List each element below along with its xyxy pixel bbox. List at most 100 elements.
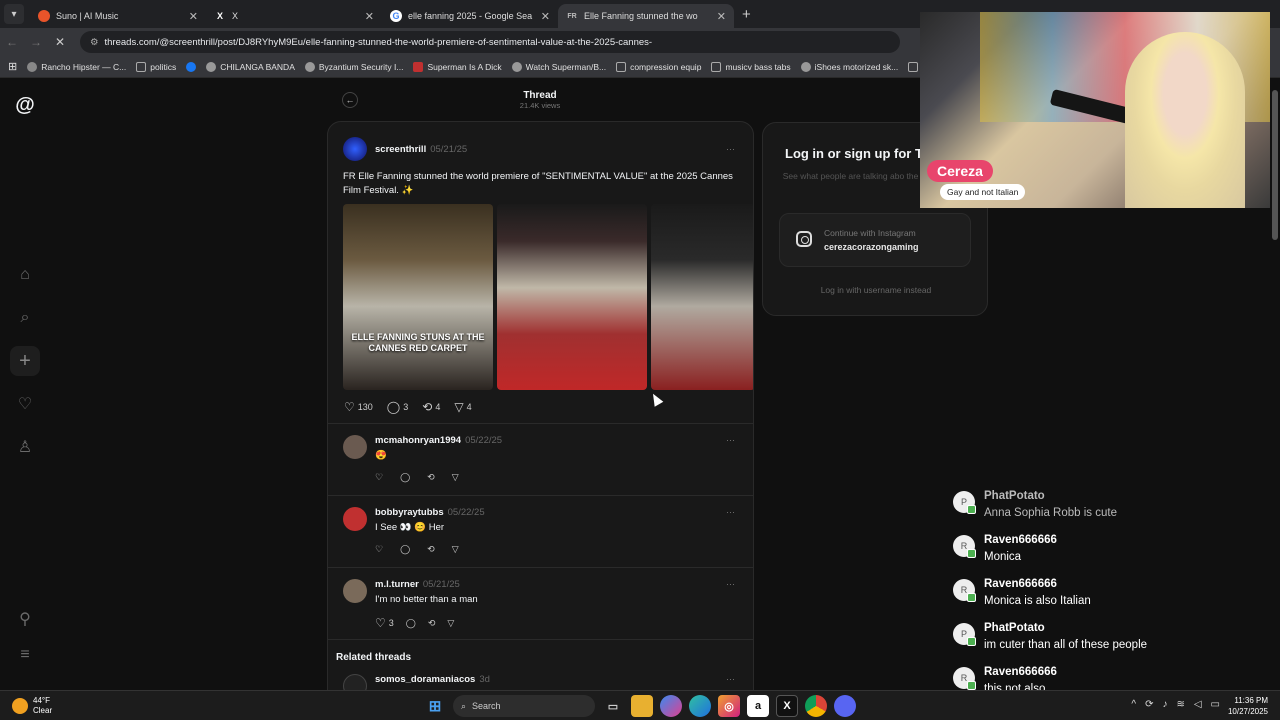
like-button[interactable]: ♡ 3 [375,616,394,630]
bookmark-item[interactable]: Byzantium Security I... [304,61,403,72]
home-icon[interactable]: ⌂ [10,260,40,290]
back-icon[interactable]: ← [0,35,24,49]
close-icon[interactable]: ✕ [189,10,198,23]
repost-icon[interactable]: ⟲ [428,618,436,629]
stop-icon[interactable]: ✕ [48,35,72,49]
close-icon[interactable]: ✕ [541,10,550,23]
bookmark-folder[interactable]: compression equip [616,61,701,72]
bookmark-item[interactable]: Watch Superman/B... [511,61,606,72]
x-favicon-icon: X [216,11,223,21]
scrollbar-thumb[interactable] [1272,90,1278,240]
login-username-link[interactable]: Log in with username instead [763,285,989,295]
url-field[interactable]: ⚙ threads.com/@screenthrill/post/DJ8RYhy… [80,31,900,53]
comment-icon[interactable]: ◯ [400,544,410,555]
post-image[interactable]: ELLE FANNING STUNS AT THE CANNES RED CAR… [343,204,493,390]
instagram-icon[interactable]: ◎ [718,695,740,717]
chrome-icon[interactable] [805,695,827,717]
avatar[interactable] [343,435,367,459]
windows-start-icon[interactable]: ⊞ [424,695,446,717]
continue-with-instagram-button[interactable]: Continue with Instagram cerezacorazongam… [779,213,971,267]
bookmark-folder[interactable]: politics [136,61,176,72]
weather-icon [12,698,28,714]
reply-username[interactable]: mcmahonryan1994 05/22/25 [375,435,502,446]
battery-icon[interactable]: ▭ [1211,699,1220,710]
threads-logo-icon[interactable]: @ [10,90,40,120]
repost-button[interactable]: ⟲ 4 [422,400,440,414]
share-icon[interactable]: ▽ [447,618,454,629]
site-info-icon[interactable]: ⚙ [90,37,99,48]
discord-icon[interactable] [834,695,856,717]
related-username[interactable]: somos_doramaniacos 3d [375,674,490,685]
share-icon[interactable]: ▽ [452,544,459,555]
weather-condition: Clear [33,706,53,715]
avatar: P [953,623,976,646]
post-image-carousel[interactable]: ELLE FANNING STUNS AT THE CANNES RED CAR… [343,204,753,390]
x-icon[interactable]: X [776,695,798,717]
menu-icon[interactable]: ≡ [10,640,40,670]
page-scrollbar[interactable] [1272,80,1278,680]
heart-icon[interactable]: ♡ [375,544,383,555]
heart-icon[interactable]: ♡ [375,472,383,483]
reply-button[interactable]: ◯ 3 [387,400,408,414]
bookmark-item[interactable]: Superman Is A Dick [413,61,502,72]
avatar[interactable] [343,137,367,161]
clock[interactable]: 11:36 PM 10/27/2025 [1228,695,1268,717]
taskbar-search[interactable]: ⌕ Search [453,695,595,717]
search-icon[interactable]: ⌕ [10,303,40,333]
share-icon[interactable]: ▽ [452,472,459,483]
wifi-icon[interactable]: ≋ [1176,699,1184,710]
comment-icon[interactable]: ◯ [406,618,416,629]
search-icon: ⌕ [461,700,467,711]
tab-google[interactable]: G elle fanning 2025 - Google Sea ✕ [382,4,558,28]
bookmark-item[interactable]: CHILANGA BANDA [206,61,295,72]
share-button[interactable]: ▽ 4 [454,400,471,414]
close-icon[interactable]: ✕ [365,10,374,23]
more-options-icon[interactable]: ··· [726,674,735,684]
tab-suno[interactable]: Suno | AI Music ✕ [30,4,206,28]
chevron-up-icon[interactable]: ^ [1131,699,1136,710]
avatar[interactable] [343,507,367,531]
close-icon[interactable]: ✕ [717,10,726,23]
profile-icon[interactable]: ♙ [10,432,40,462]
bookmark-item[interactable] [186,61,197,72]
create-icon[interactable]: + [10,346,40,376]
like-button[interactable]: ♡ 130 [344,400,373,414]
repost-icon[interactable]: ⟲ [427,544,435,555]
pin-icon[interactable]: ⚲ [10,604,40,634]
tab-x[interactable]: X X ✕ [206,4,382,28]
divider [328,567,753,568]
post-username[interactable]: screenthrill 05/21/25 [375,144,467,155]
repost-icon[interactable]: ⟲ [427,472,435,483]
reply-username[interactable]: m.l.turner 05/21/25 [375,579,460,590]
forward-icon[interactable]: → [24,35,48,49]
back-arrow-icon[interactable]: ← [342,92,358,108]
new-tab-button[interactable]: + [742,6,751,23]
bookmark-folder[interactable]: musicv bass tabs [711,61,791,72]
post-image[interactable] [497,204,647,390]
more-options-icon[interactable]: ··· [726,507,735,517]
tab-threads[interactable]: FR Elle Fanning stunned the wo ✕ [558,4,734,28]
copilot-icon[interactable] [660,695,682,717]
heart-icon[interactable]: ♡ [10,389,40,419]
post-image[interactable] [651,204,753,390]
comment-icon[interactable]: ◯ [400,472,410,483]
file-explorer-icon[interactable] [631,695,653,717]
amazon-icon[interactable]: a [747,695,769,717]
more-options-icon[interactable]: ··· [726,144,735,154]
sync-icon[interactable]: ⟳ [1145,699,1153,710]
microphone-icon[interactable]: ♪ [1162,699,1167,710]
task-view-icon[interactable]: ▭ [602,695,624,717]
tab-search-button[interactable]: ▾ [4,4,24,24]
reply-username[interactable]: bobbyraytubbs 05/22/25 [375,507,485,518]
apps-grid-icon[interactable]: ⊞ [8,60,17,73]
more-options-icon[interactable]: ··· [726,435,735,445]
post-text: FR Elle Fanning stunned the world premie… [343,171,733,196]
volume-icon[interactable]: ◁ [1194,699,1202,710]
chat-username: Raven666666 [984,666,1057,678]
bookmark-item[interactable]: iShoes motorized sk... [800,61,898,72]
avatar[interactable] [343,579,367,603]
weather-widget[interactable]: 44°F Clear [12,696,52,716]
more-options-icon[interactable]: ··· [726,579,735,589]
edge-icon[interactable] [689,695,711,717]
bookmark-item[interactable]: Rancho Hipster — C... [27,61,126,72]
